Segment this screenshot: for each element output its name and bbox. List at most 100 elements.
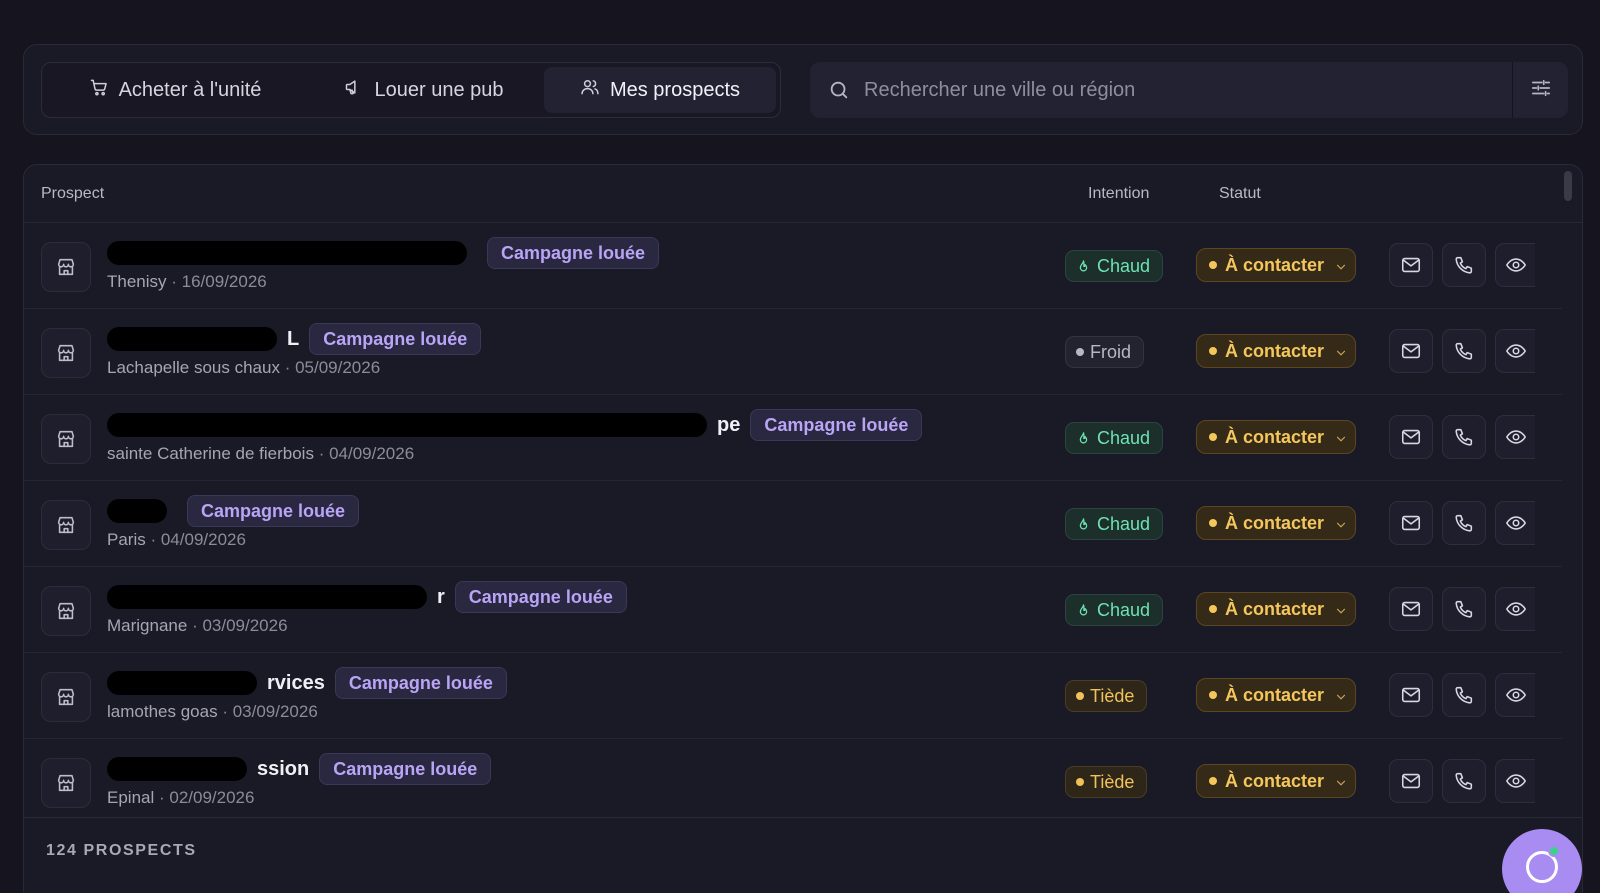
chevron-down-icon bbox=[1334, 602, 1348, 616]
prospect-location: Epinal bbox=[107, 788, 155, 807]
online-indicator bbox=[1548, 845, 1560, 857]
call-button[interactable] bbox=[1442, 415, 1486, 459]
table-row[interactable]: ssion Campagne louée Epinal · 02/09/2026… bbox=[24, 739, 1562, 819]
megaphone-icon bbox=[344, 77, 364, 103]
call-button[interactable] bbox=[1442, 587, 1486, 631]
email-button[interactable] bbox=[1389, 759, 1433, 803]
scrollbar-thumb[interactable] bbox=[1564, 171, 1572, 201]
store-icon bbox=[57, 516, 75, 534]
call-button[interactable] bbox=[1442, 501, 1486, 545]
status-dot bbox=[1209, 433, 1217, 441]
table-row[interactable]: Campagne louée Thenisy · 16/09/2026 Chau… bbox=[24, 223, 1562, 309]
email-button[interactable] bbox=[1389, 673, 1433, 717]
table-row[interactable]: L Campagne louée Lachapelle sous chaux ·… bbox=[24, 309, 1562, 395]
email-button[interactable] bbox=[1389, 329, 1433, 373]
table-row[interactable]: r Campagne louée Marignane · 03/09/2026 … bbox=[24, 567, 1562, 653]
table-row[interactable]: pe Campagne louée sainte Catherine de fi… bbox=[24, 395, 1562, 481]
view-button[interactable] bbox=[1495, 243, 1535, 287]
campaign-badge: Campagne louée bbox=[750, 409, 923, 441]
mail-icon bbox=[1401, 601, 1421, 617]
users-icon bbox=[580, 77, 600, 103]
campaign-badge: Campagne louée bbox=[319, 753, 492, 785]
store-avatar bbox=[41, 672, 91, 722]
search-icon bbox=[828, 79, 850, 101]
chevron-down-icon bbox=[1334, 258, 1348, 272]
email-button[interactable] bbox=[1389, 415, 1433, 459]
filter-button[interactable] bbox=[1512, 62, 1568, 118]
view-tabs: Acheter à l'unité Louer une pub Mes pros… bbox=[41, 62, 781, 118]
status-label: À contacter bbox=[1225, 426, 1325, 447]
mail-icon bbox=[1401, 429, 1421, 445]
store-icon bbox=[57, 430, 75, 448]
status-dropdown[interactable]: À contacter bbox=[1196, 248, 1356, 282]
view-button[interactable] bbox=[1495, 329, 1535, 373]
prospect-date: · 05/09/2026 bbox=[284, 358, 381, 377]
redacted-name bbox=[107, 757, 247, 781]
email-button[interactable] bbox=[1389, 501, 1433, 545]
prospect-meta: lamothes goas · 03/09/2026 bbox=[107, 702, 318, 722]
eye-icon bbox=[1505, 774, 1526, 788]
view-button[interactable] bbox=[1495, 501, 1535, 545]
call-button[interactable] bbox=[1442, 243, 1486, 287]
redacted-name bbox=[107, 671, 257, 695]
email-button[interactable] bbox=[1389, 587, 1433, 631]
phone-icon bbox=[1455, 514, 1473, 532]
status-dropdown[interactable]: À contacter bbox=[1196, 764, 1356, 798]
prospect-location: Thenisy bbox=[107, 272, 167, 291]
status-dropdown[interactable]: À contacter bbox=[1196, 506, 1356, 540]
tab-louer-pub[interactable]: Louer une pub bbox=[304, 67, 544, 113]
view-button[interactable] bbox=[1495, 415, 1535, 459]
call-button[interactable] bbox=[1442, 759, 1486, 803]
prospect-name-fragment: r bbox=[437, 585, 445, 608]
view-button[interactable] bbox=[1495, 759, 1535, 803]
search-bar bbox=[810, 62, 1568, 118]
status-dropdown[interactable]: À contacter bbox=[1196, 592, 1356, 626]
prospect-date: · 16/09/2026 bbox=[171, 272, 267, 291]
tab-acheter-unite[interactable]: Acheter à l'unité bbox=[46, 67, 304, 113]
call-button[interactable] bbox=[1442, 673, 1486, 717]
store-avatar bbox=[41, 500, 91, 550]
eye-icon bbox=[1505, 344, 1526, 358]
tab-mes-prospects[interactable]: Mes prospects bbox=[544, 67, 776, 113]
call-button[interactable] bbox=[1442, 329, 1486, 373]
status-dot bbox=[1209, 605, 1217, 613]
prospect-date: · 02/09/2026 bbox=[159, 788, 255, 807]
prospect-name-line: Campagne louée bbox=[107, 236, 660, 270]
mail-icon bbox=[1401, 773, 1421, 789]
view-button[interactable] bbox=[1495, 587, 1535, 631]
prospects-table: Prospect Intention Statut Campagne louée… bbox=[23, 164, 1583, 893]
intention-badge: Chaud bbox=[1065, 594, 1164, 626]
status-dropdown[interactable]: À contacter bbox=[1196, 334, 1356, 368]
phone-icon bbox=[1455, 342, 1473, 360]
intention-label: Tiède bbox=[1090, 771, 1135, 792]
tab-label: Mes prospects bbox=[609, 78, 741, 101]
chevron-down-icon bbox=[1334, 774, 1348, 788]
redacted-name bbox=[107, 241, 467, 265]
status-dropdown[interactable]: À contacter bbox=[1196, 678, 1356, 712]
prospect-location: Paris bbox=[107, 530, 146, 549]
intention-label: Chaud bbox=[1097, 513, 1151, 534]
search-input[interactable] bbox=[864, 62, 1512, 118]
prospect-name-fragment: pe bbox=[717, 413, 741, 436]
intention-dot bbox=[1076, 778, 1084, 786]
intention-label: Chaud bbox=[1097, 599, 1151, 620]
table-row[interactable]: rvices Campagne louée lamothes goas · 03… bbox=[24, 653, 1562, 739]
prospect-meta: Epinal · 02/09/2026 bbox=[107, 788, 254, 808]
prospect-date: · 04/09/2026 bbox=[318, 444, 415, 463]
eye-icon bbox=[1505, 688, 1526, 702]
redacted-name bbox=[107, 413, 707, 437]
chevron-down-icon bbox=[1334, 688, 1348, 702]
status-dropdown[interactable]: À contacter bbox=[1196, 420, 1356, 454]
intention-badge: Chaud bbox=[1065, 508, 1164, 540]
email-button[interactable] bbox=[1389, 243, 1433, 287]
prospect-name-line: L Campagne louée bbox=[107, 322, 482, 356]
column-header-prospect: Prospect bbox=[41, 185, 105, 202]
table-row[interactable]: Campagne louée Paris · 04/09/2026 Chaud … bbox=[24, 481, 1562, 567]
view-button[interactable] bbox=[1495, 673, 1535, 717]
phone-icon bbox=[1455, 686, 1473, 704]
flame-icon bbox=[1079, 431, 1088, 443]
prospect-name-line: rvices Campagne louée bbox=[107, 666, 507, 700]
intention-label: Chaud bbox=[1097, 427, 1151, 448]
status-label: À contacter bbox=[1225, 770, 1325, 791]
prospect-meta: Lachapelle sous chaux · 05/09/2026 bbox=[107, 358, 380, 378]
